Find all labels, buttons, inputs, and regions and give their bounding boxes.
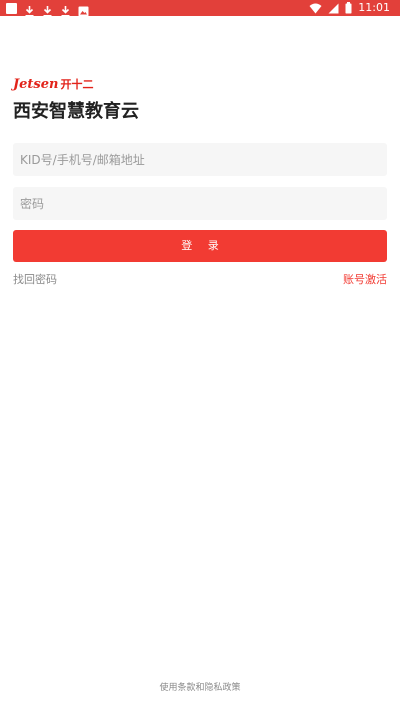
image-notification-icon	[78, 2, 89, 17]
account-field	[13, 143, 387, 176]
login-button[interactable]: 登 录	[13, 230, 387, 262]
recover-password-link[interactable]: 找回密码	[13, 273, 57, 287]
signal-icon	[328, 0, 339, 18]
logo-chinese-text: 开十二	[60, 78, 94, 91]
battery-icon	[345, 0, 352, 18]
download-icon	[60, 2, 71, 17]
account-input[interactable]	[13, 143, 387, 176]
page-title: 西安智慧教育云	[13, 101, 139, 122]
download-icon	[24, 2, 35, 17]
status-bar-right: 11:01	[309, 1, 390, 15]
download-icon	[42, 2, 53, 17]
password-input[interactable]	[13, 187, 387, 220]
brand-logo: Jetsen 开十二	[13, 76, 93, 92]
password-field	[13, 187, 387, 220]
logo-latin-text: Jetsen	[13, 76, 59, 92]
activate-account-link[interactable]: 账号激活	[343, 273, 387, 287]
status-bar-left	[6, 2, 89, 17]
status-time: 11:01	[358, 1, 390, 14]
terms-privacy-link[interactable]: 使用条款和隐私政策	[0, 682, 400, 694]
wifi-icon	[309, 0, 322, 18]
status-bar: 11:01	[0, 0, 400, 17]
notification-square-icon	[6, 2, 17, 14]
